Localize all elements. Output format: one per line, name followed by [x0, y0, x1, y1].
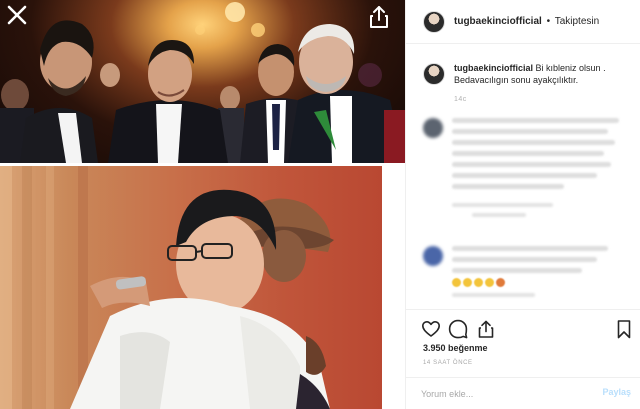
caption-time: 14c — [454, 96, 467, 103]
like-count[interactable]: 3.950 beğenme — [423, 343, 488, 353]
share-icon[interactable] — [368, 5, 390, 29]
close-icon[interactable] — [6, 4, 28, 26]
blurred-comment — [452, 118, 633, 217]
post-header: tugbaekinciofficial • Takiptesin — [406, 0, 640, 44]
blurred-emojis — [452, 278, 633, 287]
post-comment-button[interactable]: Paylaş — [602, 387, 631, 397]
photo-top — [0, 0, 405, 163]
header-text: tugbaekinciofficial • Takiptesin — [454, 16, 599, 27]
blurred-comment — [452, 246, 633, 297]
follow-status[interactable]: Takiptesin — [555, 16, 599, 27]
separator-dot: • — [546, 16, 551, 27]
list-item — [423, 246, 633, 297]
comment-icon[interactable] — [448, 319, 468, 339]
post-side-panel: tugbaekinciofficial • Takiptesin tugbaek… — [405, 0, 640, 409]
caption-username[interactable]: tugbaekinciofficial — [454, 63, 533, 73]
avatar[interactable] — [423, 10, 445, 33]
avatar[interactable] — [423, 246, 443, 266]
avatar[interactable] — [423, 118, 443, 138]
photo-bottom-illustration — [0, 166, 334, 409]
photo-top-illustration — [0, 2, 405, 163]
comment-input[interactable] — [421, 386, 591, 402]
comment-bar: Paylaş — [406, 377, 640, 409]
heart-icon[interactable] — [421, 319, 441, 339]
caption-body: tugbaekinciofficial Bi kıbleniz olsun . … — [454, 62, 633, 106]
avatar[interactable] — [423, 63, 445, 85]
caption: tugbaekinciofficial Bi kıbleniz olsun . … — [423, 62, 633, 106]
bookmark-icon[interactable] — [614, 319, 634, 339]
list-item — [423, 118, 633, 217]
media-padding — [382, 166, 405, 409]
photo-bottom — [0, 166, 382, 409]
share-icon[interactable] — [476, 319, 496, 339]
post-timestamp: 14 SAAT ÖNCE — [423, 360, 473, 366]
post-media[interactable] — [0, 0, 405, 409]
username-link[interactable]: tugbaekinciofficial — [454, 16, 542, 27]
